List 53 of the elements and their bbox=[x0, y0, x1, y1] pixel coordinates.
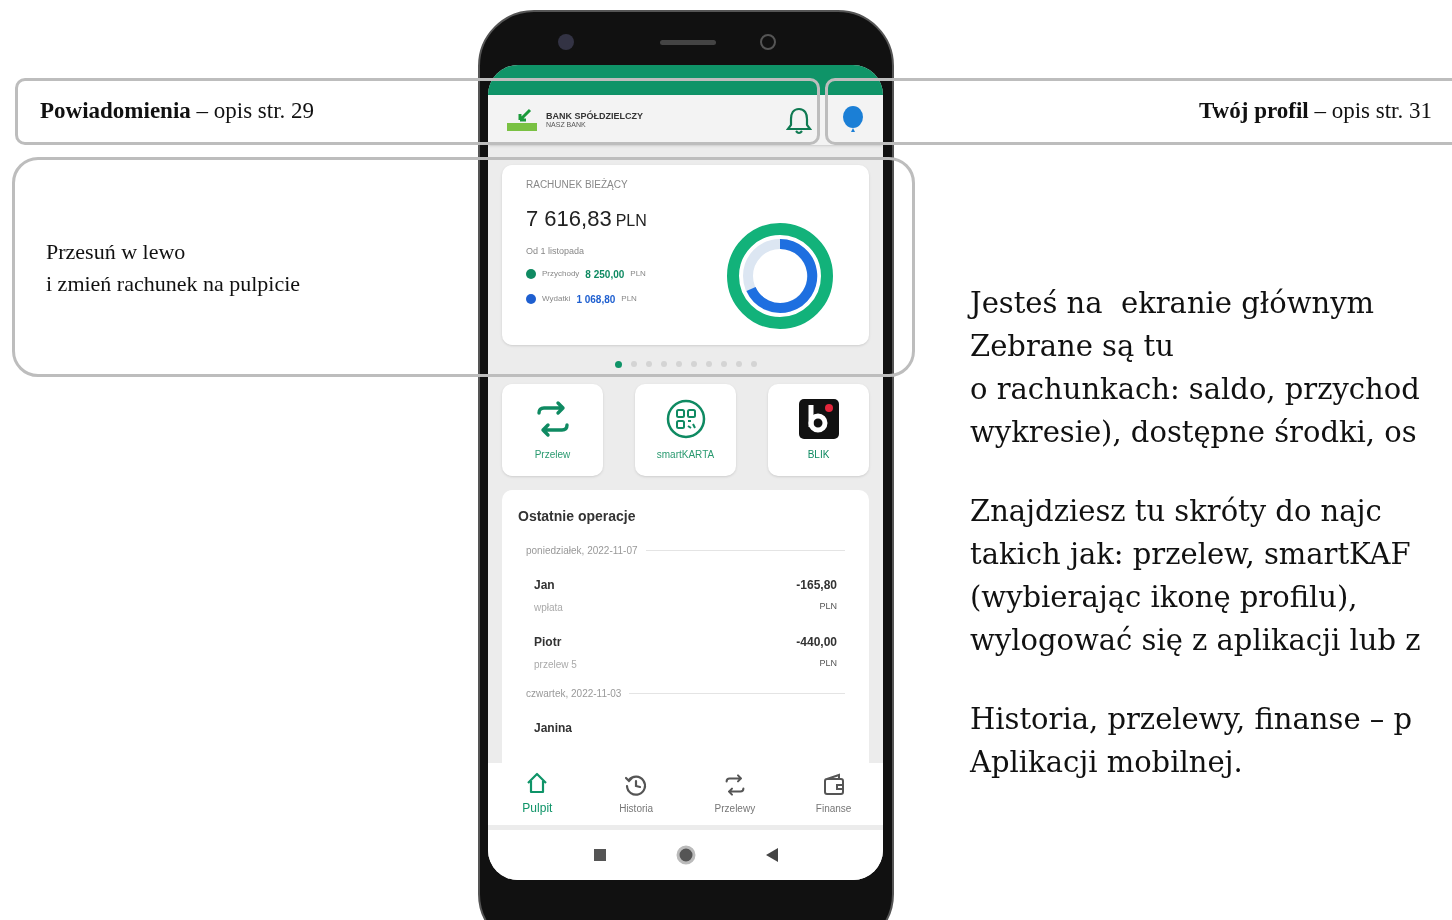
account-card[interactable]: RACHUNEK BIEŻĄCY 7 616,83 PLN Od 1 listopada Przychody 8 250,00 PLN Wydatki 1 068,80 PLN bbox=[502, 165, 869, 345]
account-label: RACHUNEK BIEŻĄCY bbox=[526, 177, 629, 192]
notifications-icon[interactable] bbox=[785, 105, 813, 135]
legend-currency: PLN bbox=[621, 293, 637, 305]
balance-currency: PLN bbox=[615, 211, 647, 231]
date-header: czwartek, 2022-11-03 bbox=[526, 687, 622, 701]
back-icon[interactable] bbox=[765, 848, 778, 862]
account-balance: 7 616,83 bbox=[526, 205, 612, 233]
legend-value: 1 068,80 bbox=[576, 292, 616, 307]
shortcut-tile[interactable]: Przelew bbox=[502, 384, 603, 476]
operation-name: Janina bbox=[534, 720, 572, 737]
paragraph-line: o rachunkach: saldo, przychod bbox=[970, 371, 1421, 408]
operation-amount: -440,00 bbox=[796, 634, 837, 651]
nav-tab[interactable]: Finanse bbox=[784, 772, 883, 816]
note-text: Przesuń w lewo bbox=[46, 238, 187, 266]
legend-label: Przychody bbox=[542, 268, 580, 280]
operation-description: wpłata bbox=[534, 601, 563, 615]
operation-name: Jan bbox=[534, 577, 556, 594]
operation-description: przelew 5 bbox=[534, 658, 577, 672]
paragraph-line: wylogować się z aplikacji lub z bbox=[970, 622, 1421, 659]
note-text: i zmień rachunek na pulpicie bbox=[46, 270, 301, 298]
paragraph-line: (wybierając ikonę profilu), bbox=[970, 579, 1359, 616]
paragraph-line: Historia, przelewy, finanse – p bbox=[970, 701, 1414, 738]
operation-amount: -165,80 bbox=[796, 577, 837, 594]
qr-code-icon bbox=[665, 398, 706, 439]
paragraph-line: Aplikacji mobilnej. bbox=[970, 744, 1244, 781]
recent-apps-icon[interactable] bbox=[593, 849, 606, 861]
nav-tab[interactable]: Przelewy bbox=[685, 772, 785, 816]
operation-name: Piotr bbox=[534, 634, 563, 651]
operation-currency: PLN bbox=[819, 657, 837, 670]
section-title: Ostatnie operacje bbox=[518, 507, 637, 526]
date-header: poniedziałek, 2022-11-07 bbox=[526, 544, 638, 558]
bank-name: BANK SPÓŁDZIELCZY bbox=[546, 112, 643, 121]
operation-currency: PLN bbox=[819, 600, 837, 613]
callout-label: Twój profil – opis str. 31 bbox=[1199, 97, 1432, 125]
wallet-icon bbox=[821, 772, 846, 797]
paragraph-line: wykresie), dostępne środki, os bbox=[970, 414, 1418, 451]
home-button-icon[interactable] bbox=[675, 845, 696, 865]
nav-tab[interactable]: Pulpit bbox=[488, 771, 587, 817]
profile-balloon-icon[interactable] bbox=[841, 105, 865, 135]
shortcut-tile[interactable]: BLIK bbox=[768, 384, 869, 476]
bank-logo-icon bbox=[506, 108, 538, 132]
paragraph-line: Znajdziesz tu skróty do najc bbox=[970, 493, 1383, 530]
paragraph-line: takich jak: przelew, smartKAF bbox=[970, 536, 1412, 573]
blik-logo-icon bbox=[798, 398, 839, 439]
nav-tab[interactable]: Historia bbox=[586, 772, 686, 816]
period-label: Od 1 listopada bbox=[526, 245, 586, 258]
legend-value: 8 250,00 bbox=[585, 267, 625, 282]
paragraph-line: Zebrane są tu bbox=[970, 328, 1175, 365]
shortcut-tile[interactable]: smartKARTA bbox=[635, 384, 736, 476]
callout-label: Powiadomienia – opis str. 29 bbox=[40, 97, 315, 125]
legend-label: Wydatki bbox=[542, 293, 571, 305]
legend-currency: PLN bbox=[630, 268, 646, 280]
